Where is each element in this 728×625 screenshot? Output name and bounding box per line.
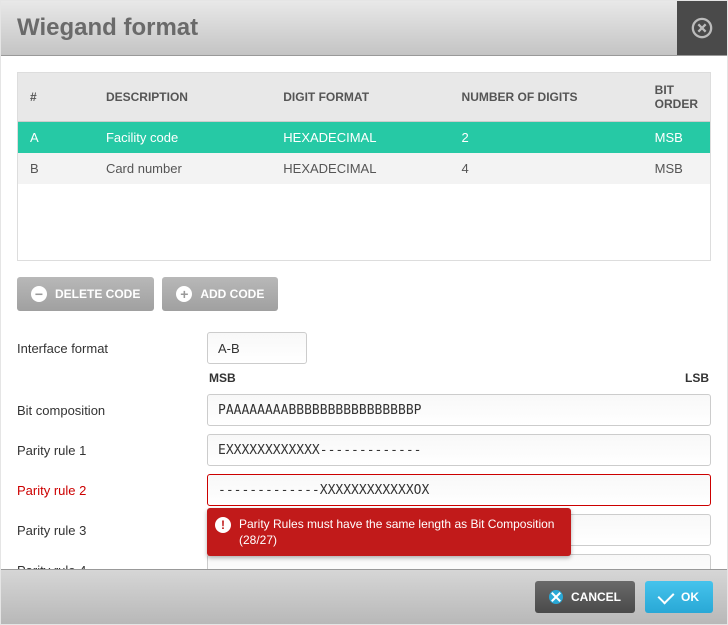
cell-order: MSB xyxy=(643,153,710,184)
table-row[interactable]: A Facility code HEXADECIMAL 2 MSB xyxy=(18,122,710,154)
add-code-button[interactable]: + ADD CODE xyxy=(162,277,278,311)
cell-desc: Facility code xyxy=(94,122,271,154)
bit-composition-input[interactable] xyxy=(207,394,711,426)
validation-error: ! Parity Rules must have the same length… xyxy=(207,508,571,556)
close-icon xyxy=(691,17,713,39)
parity4-input[interactable] xyxy=(207,554,711,569)
cell-digits: 2 xyxy=(450,122,643,154)
parity1-label: Parity rule 1 xyxy=(17,443,207,458)
dialog-title: Wiegand format xyxy=(17,14,198,42)
table-row[interactable]: B Card number HEXADECIMAL 4 MSB xyxy=(18,153,710,184)
dialog-body: # DESCRIPTION DIGIT FORMAT NUMBER OF DIG… xyxy=(1,56,727,569)
close-button[interactable] xyxy=(677,1,727,55)
add-code-label: ADD CODE xyxy=(200,287,264,301)
cell-format: HEXADECIMAL xyxy=(271,153,449,184)
delete-code-button[interactable]: − DELETE CODE xyxy=(17,277,154,311)
check-icon xyxy=(658,587,675,604)
interface-format-input[interactable] xyxy=(207,332,307,364)
parity3-label: Parity rule 3 xyxy=(17,523,207,538)
cell-format: HEXADECIMAL xyxy=(271,122,449,154)
table-empty-space xyxy=(18,184,710,260)
cancel-label: CANCEL xyxy=(571,590,621,604)
ok-button[interactable]: OK xyxy=(645,581,713,613)
cancel-icon xyxy=(549,590,563,604)
cancel-button[interactable]: CANCEL xyxy=(535,581,635,613)
cell-order: MSB xyxy=(643,122,710,154)
col-digits: NUMBER OF DIGITS xyxy=(450,73,643,122)
parity2-label: Parity rule 2 xyxy=(17,483,207,498)
col-format: DIGIT FORMAT xyxy=(271,73,449,122)
minus-icon: − xyxy=(31,286,47,302)
cell-digits: 4 xyxy=(450,153,643,184)
col-order: BIT ORDER xyxy=(643,73,710,122)
plus-icon: + xyxy=(176,286,192,302)
table-header-row: # DESCRIPTION DIGIT FORMAT NUMBER OF DIG… xyxy=(18,73,710,122)
col-id: # xyxy=(18,73,94,122)
cell-desc: Card number xyxy=(94,153,271,184)
format-form: Interface format MSB LSB Bit composition xyxy=(17,331,711,569)
cell-id: A xyxy=(18,122,94,154)
codes-table: # DESCRIPTION DIGIT FORMAT NUMBER OF DIG… xyxy=(17,72,711,261)
dialog-footer: CANCEL OK xyxy=(1,569,727,624)
cell-id: B xyxy=(18,153,94,184)
bit-composition-label: Bit composition xyxy=(17,403,207,418)
msb-label: MSB xyxy=(209,371,236,385)
ok-label: OK xyxy=(681,590,699,604)
error-icon: ! xyxy=(215,517,231,533)
interface-format-label: Interface format xyxy=(17,341,207,356)
parity1-input[interactable] xyxy=(207,434,711,466)
table-actions: − DELETE CODE + ADD CODE xyxy=(17,277,711,311)
delete-code-label: DELETE CODE xyxy=(55,287,140,301)
lsb-label: LSB xyxy=(685,371,709,385)
wiegand-format-dialog: Wiegand format # DESCRIPTION DIGIT FORMA… xyxy=(0,0,728,625)
parity2-input[interactable] xyxy=(207,474,711,506)
dialog-header: Wiegand format xyxy=(1,1,727,56)
error-message: Parity Rules must have the same length a… xyxy=(239,517,554,547)
col-desc: DESCRIPTION xyxy=(94,73,271,122)
